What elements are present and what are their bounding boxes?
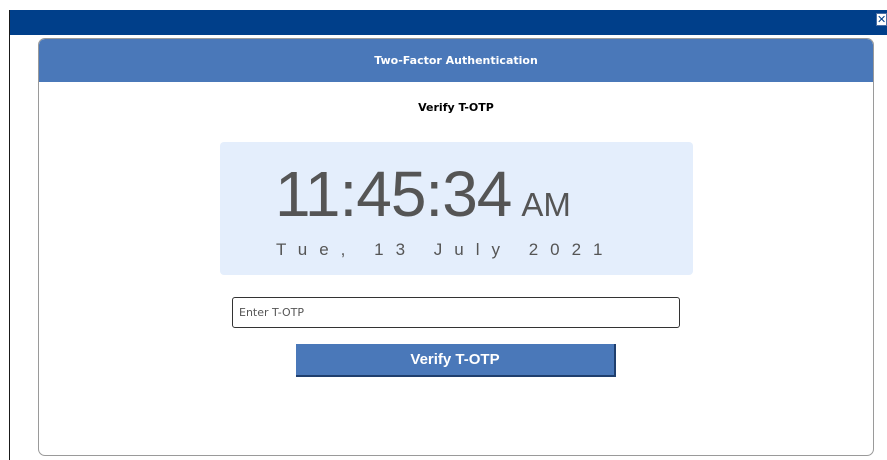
close-icon[interactable]: ✕	[877, 13, 886, 26]
verify-otp-button[interactable]: Verify T-OTP	[296, 344, 616, 377]
panel-title: Two-Factor Authentication	[374, 54, 538, 67]
clock-ampm: AM	[521, 186, 571, 223]
otp-input[interactable]	[232, 297, 680, 328]
window-left-border	[9, 10, 10, 460]
clock-time: 11:45:34 AM	[275, 157, 571, 231]
verify-subtitle: Verify T-OTP	[418, 101, 494, 114]
clock-date: Tue, 13 July 2021	[276, 240, 615, 259]
panel-header: Two-Factor Authentication	[39, 39, 873, 82]
two-factor-panel: Two-Factor Authentication Verify T-OTP 1…	[38, 38, 874, 456]
clock-display: 11:45:34 AM Tue, 13 July 2021	[220, 142, 693, 275]
close-button[interactable]: ✕	[876, 13, 887, 26]
title-bar: ✕	[10, 10, 887, 35]
clock-hms: 11:45:34	[275, 158, 512, 230]
